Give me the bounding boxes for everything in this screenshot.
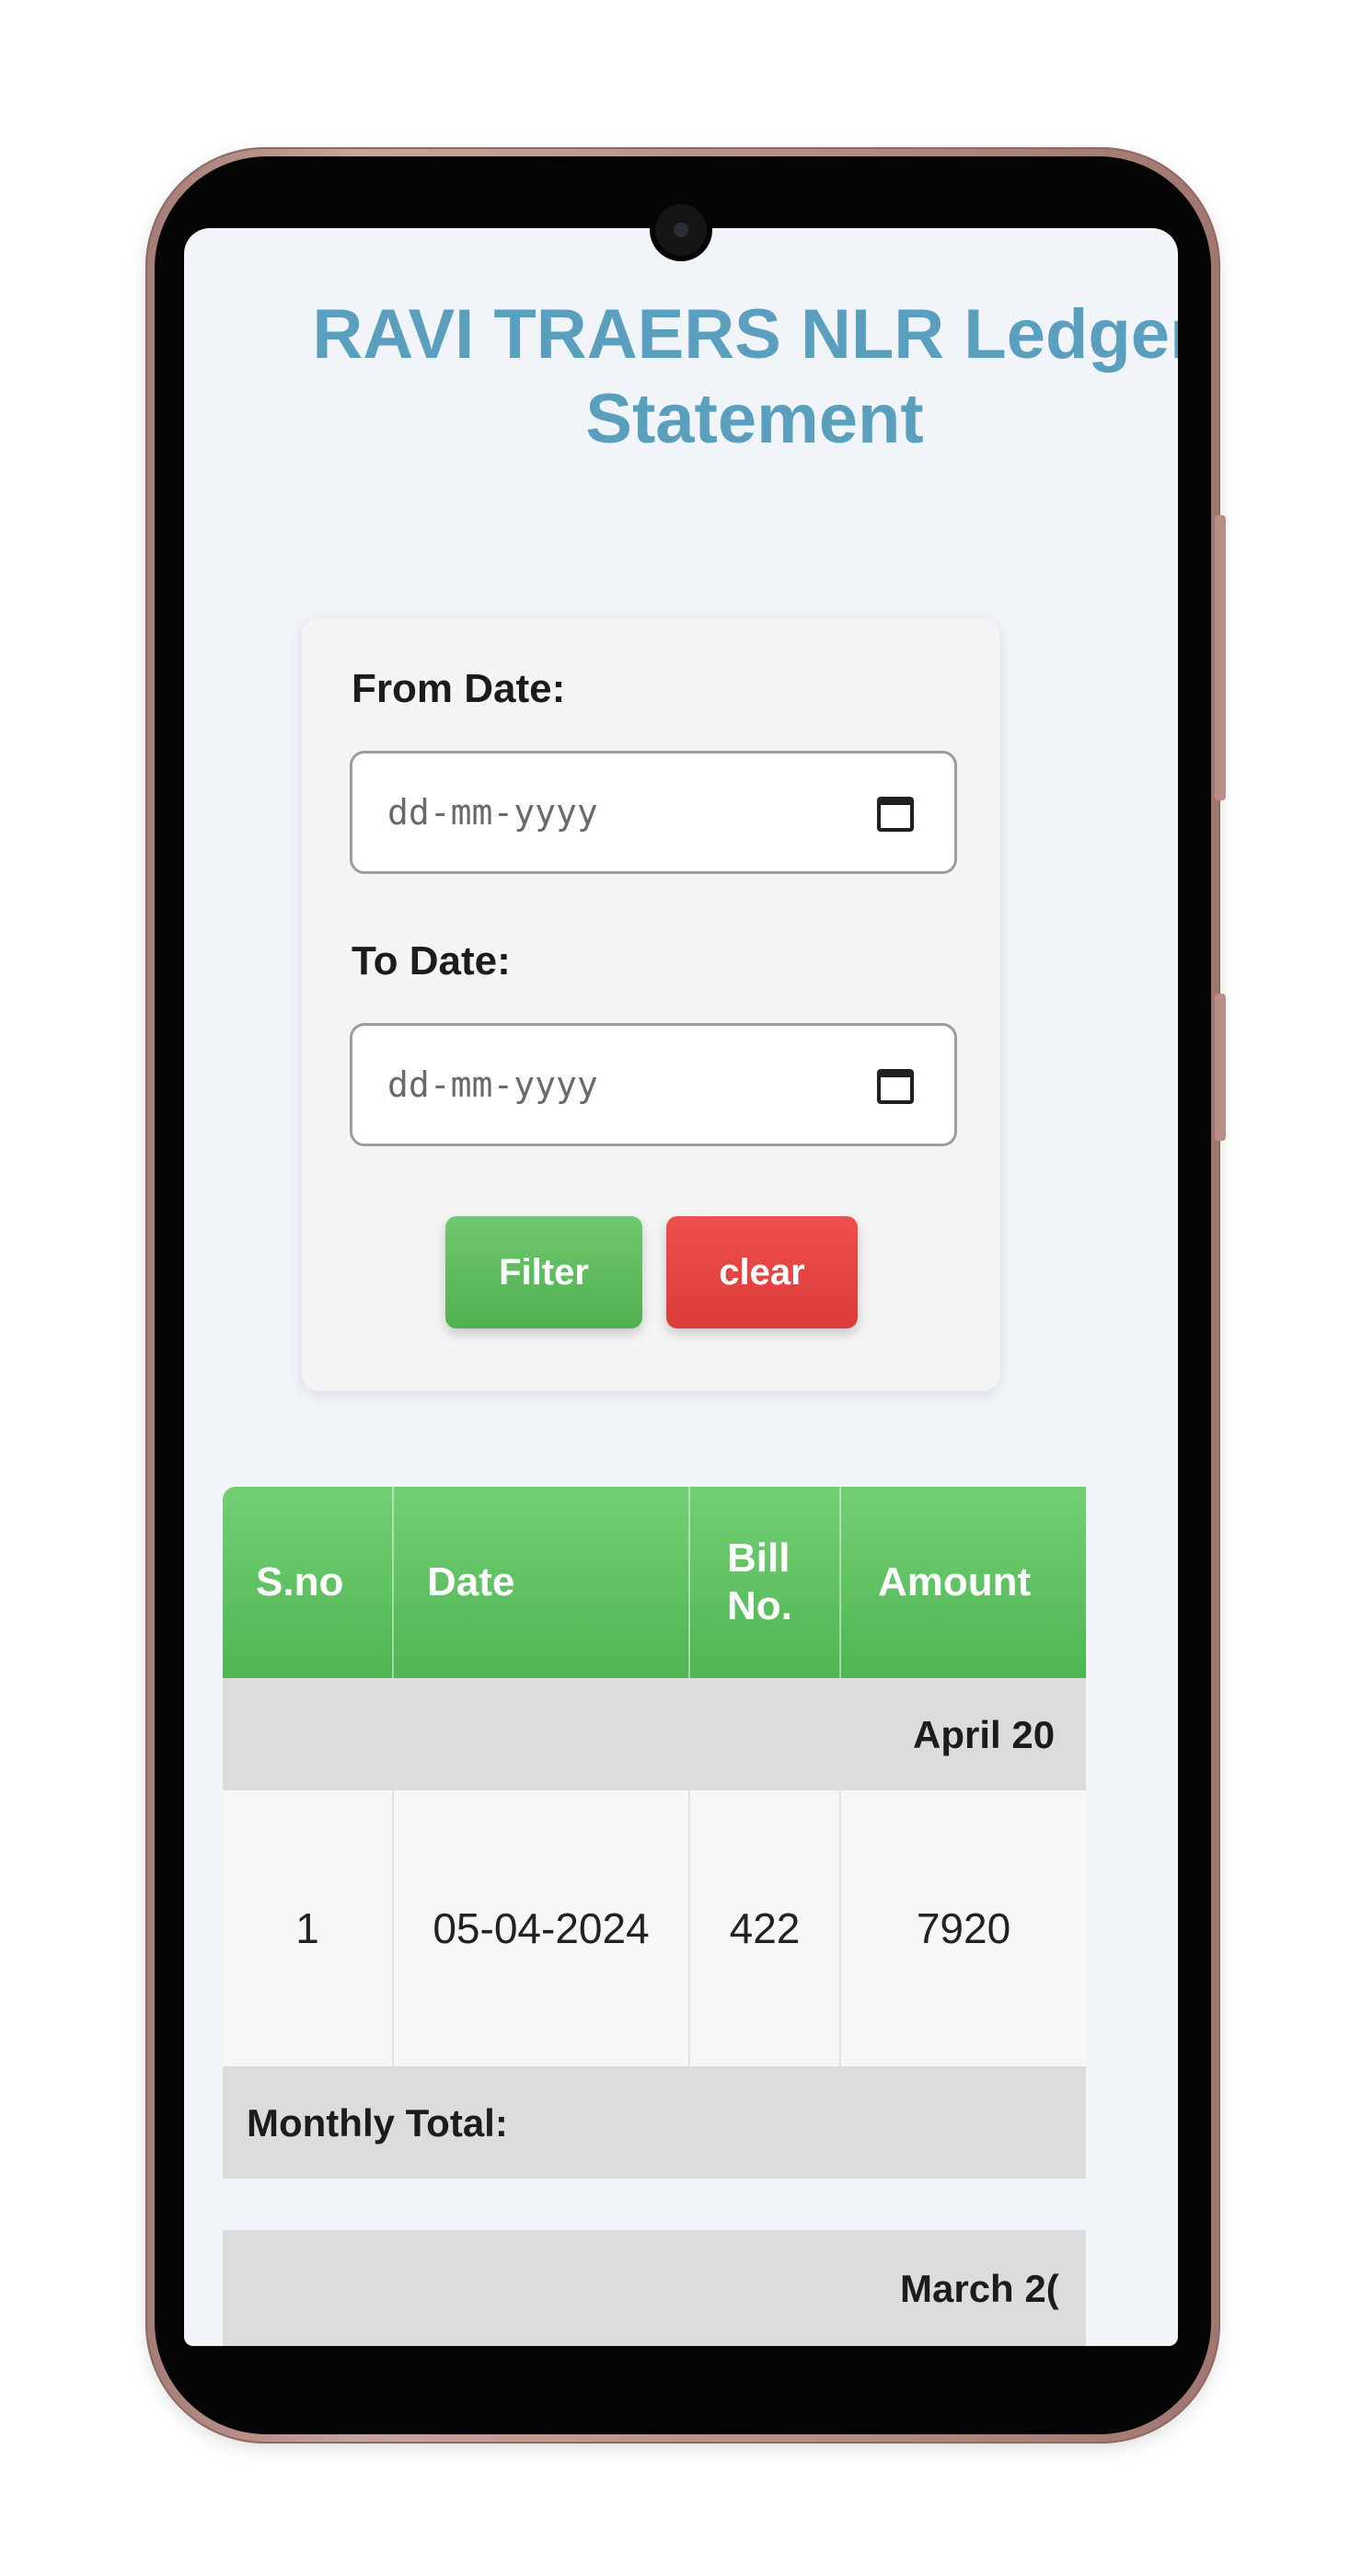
cell-amount: 7920: [916, 1904, 1011, 1952]
month-label: March 2(: [900, 2267, 1059, 2310]
to-date-placeholder: dd-mm-yyyy: [387, 1064, 598, 1105]
month-group-row: March 2(: [223, 2230, 1086, 2346]
page-title: RAVI TRAERS NLR Ledger Statement: [312, 295, 1178, 458]
ledger-table: S.no Date Bill No. Amount April 20 1 05-…: [223, 1487, 1086, 2346]
monthly-total-label: Monthly Total:: [247, 2101, 508, 2145]
table-row: 1 05-04-2024 422 7920: [223, 1790, 1086, 2066]
calendar-icon[interactable]: [877, 1069, 914, 1104]
clear-button[interactable]: clear: [666, 1216, 858, 1328]
cell-date: 05-04-2024: [394, 1790, 690, 2066]
volume-button: [1215, 994, 1226, 1141]
column-header-amount: Amount: [878, 1559, 1032, 1604]
cell-sno: 1: [223, 1790, 394, 2066]
phone-bottom-bezel: [184, 2346, 1178, 2383]
phone-screen: RAVI TRAERS NLR Ledger Statement From Da…: [184, 228, 1178, 2346]
front-camera-icon: [655, 204, 707, 256]
to-date-label: To Date:: [352, 938, 511, 983]
power-button: [1215, 515, 1226, 800]
to-date-input[interactable]: dd-mm-yyyy: [350, 1023, 957, 1146]
filter-button[interactable]: Filter: [445, 1216, 642, 1328]
month-group-row: April 20: [223, 1678, 1086, 1790]
monthly-total-row: Monthly Total:: [223, 2066, 1086, 2179]
column-header-bill-no: Bill No.: [690, 1487, 841, 1678]
month-label: April 20: [913, 1713, 1056, 1756]
from-date-label: From Date:: [352, 666, 566, 711]
from-date-placeholder: dd-mm-yyyy: [387, 792, 598, 833]
column-header-date: Date: [394, 1487, 690, 1678]
from-date-input[interactable]: dd-mm-yyyy: [350, 751, 957, 874]
cell-bill-no: 422: [690, 1790, 841, 2066]
column-header-sno: S.no: [223, 1487, 394, 1678]
column-header-bill-no-label: Bill No.: [727, 1535, 792, 1628]
calendar-icon[interactable]: [877, 797, 914, 832]
table-header: S.no Date Bill No. Amount: [223, 1487, 1086, 1678]
date-filter-card: From Date: dd-mm-yyyy To Date: dd-mm-yyy…: [302, 618, 999, 1391]
